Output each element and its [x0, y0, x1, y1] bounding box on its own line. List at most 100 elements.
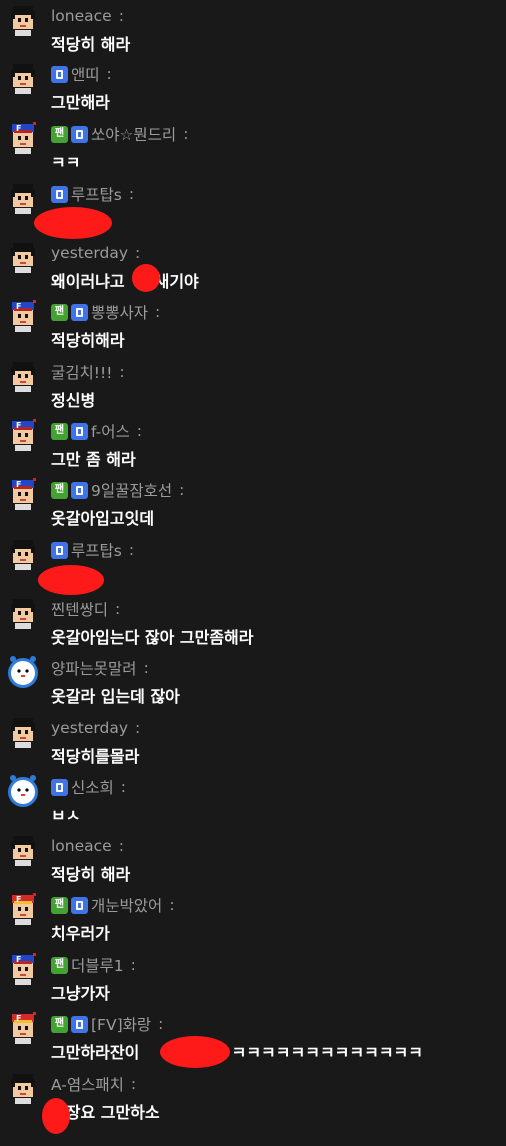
- avatar[interactable]: [6, 537, 40, 571]
- nickname[interactable]: 9일꿀잠호선: [91, 479, 172, 501]
- nickname[interactable]: 더블루1: [71, 954, 124, 976]
- message-header: 팬 개눈박았어:: [51, 895, 175, 915]
- nickname-separator: :: [143, 659, 149, 677]
- subscriber-badge-icon: [71, 422, 88, 440]
- avatar[interactable]: [6, 715, 40, 749]
- message-text-part: 적당히 해라: [51, 865, 131, 884]
- message-header: yesterday:: [51, 243, 140, 263]
- nickname-separator: :: [183, 125, 189, 143]
- svg-text:F: F: [16, 302, 21, 311]
- chat-message: yesterday: 적당히를몰라: [0, 712, 506, 768]
- fan-badge-icon: 팬: [51, 956, 68, 974]
- avatar[interactable]: F: [6, 121, 40, 155]
- svg-text:F: F: [16, 480, 21, 489]
- message-header: 신소희:: [51, 777, 126, 797]
- message-header: 팬 9일꿀잠호선:: [51, 480, 184, 500]
- avatar[interactable]: [6, 596, 40, 630]
- nickname-separator: :: [130, 1075, 137, 1093]
- nickname-separator: :: [118, 7, 124, 25]
- nickname[interactable]: 양파는못말려: [51, 657, 137, 679]
- avatar[interactable]: [6, 181, 40, 215]
- message-text: 옷갈라 입는데 잖아: [51, 683, 180, 707]
- avatar[interactable]: [6, 1071, 40, 1105]
- chat-message: 앤띠: 그만해라: [0, 58, 506, 114]
- nickname[interactable]: A-염스패치: [51, 1073, 124, 1095]
- nickname-separator: :: [118, 837, 124, 855]
- nickname[interactable]: 찐텐쌍디: [51, 598, 108, 620]
- avatar[interactable]: F: [6, 418, 40, 452]
- message-header: 굴김치!!!:: [51, 362, 125, 382]
- message-text-part: 옷갈라 입는데 잖아: [51, 687, 180, 706]
- nickname[interactable]: 쏘야☆뭔드리: [91, 123, 176, 145]
- message-text: ㅋㅋ: [51, 149, 80, 173]
- avatar[interactable]: F: [6, 1011, 40, 1045]
- nickname[interactable]: loneace: [51, 7, 112, 25]
- subscriber-badge-icon: [51, 541, 68, 559]
- fan-badge-icon: 팬: [51, 481, 68, 499]
- nickname-separator: :: [115, 600, 121, 618]
- avatar[interactable]: [6, 359, 40, 393]
- message-text-part: 그만해라: [51, 93, 110, 112]
- redaction-mark: [132, 264, 160, 292]
- fan-badge-icon: 팬: [51, 1015, 68, 1033]
- avatar[interactable]: [6, 3, 40, 37]
- message-text: ㅂㅅ: [51, 802, 80, 826]
- message-text: 적당히해라: [51, 327, 125, 351]
- nickname-separator: :: [128, 185, 135, 203]
- nickname[interactable]: 루프탑s: [71, 539, 122, 561]
- nickname[interactable]: yesterday: [51, 719, 128, 737]
- message-text-part: 새기야: [154, 272, 199, 291]
- chat-message: F 팬 더블루1: 그냥가자: [0, 949, 506, 1005]
- message-header: 팬 [FV]화랑:: [51, 1014, 163, 1034]
- subscriber-badge-icon: [71, 303, 88, 321]
- nickname[interactable]: [FV]화랑: [91, 1013, 151, 1035]
- nickname-separator: :: [119, 363, 125, 381]
- nickname[interactable]: 신소희: [71, 776, 114, 798]
- message-text-part: 그만하라잔이: [51, 1043, 140, 1062]
- subscriber-badge-icon: [71, 481, 88, 499]
- avatar[interactable]: [6, 240, 40, 274]
- chat-message: 양파는못말려: 옷갈라 입는데 잖아: [0, 652, 506, 708]
- avatar[interactable]: [6, 833, 40, 867]
- nickname[interactable]: 굴김치!!!: [51, 361, 112, 383]
- nickname-separator: :: [155, 303, 161, 321]
- avatar[interactable]: [6, 774, 40, 808]
- nickname[interactable]: loneace: [51, 837, 112, 855]
- message-text: 옷갈아입고잇데: [51, 505, 154, 529]
- avatar[interactable]: F: [6, 477, 40, 511]
- subscriber-badge-icon: [71, 125, 88, 143]
- nickname[interactable]: yesterday: [51, 244, 128, 262]
- message-text-part: 적당히 해라: [51, 35, 131, 54]
- message-text-part: 정신병: [51, 391, 96, 410]
- nickname[interactable]: 뽕뽕사자: [91, 301, 148, 323]
- chat-message: F 팬 쏘야☆뭔드리: ㅋㅋ: [0, 118, 506, 174]
- chat-message: F 팬 뽕뽕사자: 적당히해라: [0, 296, 506, 352]
- nickname[interactable]: 개눈박았어: [91, 894, 162, 916]
- message-header: 루프탑s:: [51, 540, 134, 560]
- chat-message: F 팬 개눈박았어: 치우러가: [0, 889, 506, 945]
- message-text: 정신병: [51, 387, 95, 411]
- nickname-separator: :: [136, 422, 142, 440]
- nickname[interactable]: 앤띠: [71, 63, 100, 85]
- avatar[interactable]: F: [6, 299, 40, 333]
- avatar[interactable]: F: [6, 892, 40, 926]
- message-header: loneace:: [51, 6, 124, 26]
- avatar[interactable]: [6, 655, 40, 689]
- chat-message: 신소희: ㅂㅅ: [0, 771, 506, 827]
- message-text: 적당히 해라: [51, 861, 130, 885]
- chat-message: F 팬 9일꿀잠호선: 옷갈아입고잇데: [0, 474, 506, 530]
- message-text-part: 왜이러냐고: [51, 272, 125, 291]
- nickname[interactable]: f-어스: [91, 420, 130, 442]
- message-header: 팬 더블루1:: [51, 955, 136, 975]
- avatar[interactable]: [6, 61, 40, 95]
- redaction-mark: [42, 1098, 70, 1134]
- avatar[interactable]: F: [6, 952, 40, 986]
- nickname-separator: :: [158, 1015, 164, 1033]
- message-header: loneace:: [51, 836, 124, 856]
- nickname[interactable]: 루프탑s: [71, 183, 122, 205]
- svg-text:F: F: [16, 124, 21, 133]
- message-header: 팬 쏘야☆뭔드리:: [51, 124, 188, 144]
- message-text-part: 옷갈아입고잇데: [51, 509, 155, 528]
- message-header: 루프탑s:: [51, 184, 134, 204]
- message-text: 그만 좀 해라: [51, 446, 136, 470]
